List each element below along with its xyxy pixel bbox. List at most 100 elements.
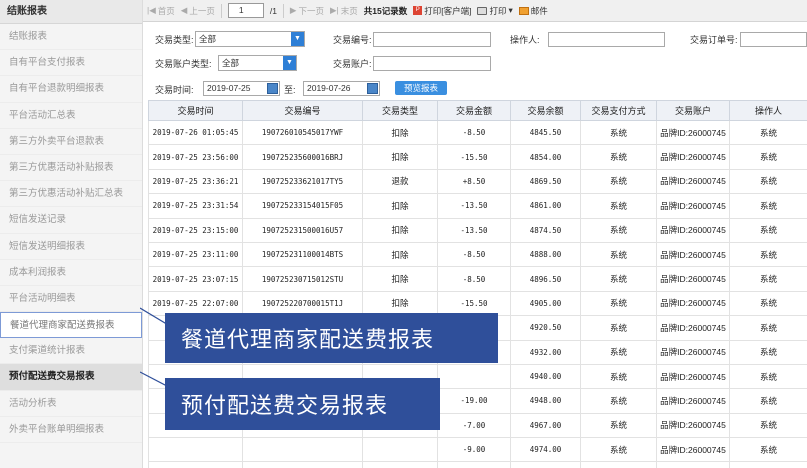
account-type-select[interactable]: 全部 ▼ xyxy=(218,55,297,71)
account-input[interactable] xyxy=(373,56,491,71)
table-row[interactable]: 2019-07-26 01:05:45 190726010545017YWF 扣除 -… xyxy=(148,119,807,146)
sidebar-item[interactable]: 餐道代理商家配送费报表 xyxy=(0,312,142,339)
operator-input[interactable] xyxy=(548,32,665,47)
table-row[interactable]: -9.00 4974.00 系统 品牌ID:26000745 系统 xyxy=(148,437,807,463)
table-cell: 系统 xyxy=(729,144,807,170)
sidebar-item[interactable]: 自有平台支付报表 xyxy=(0,50,142,77)
table-cell: 品牌ID:26000745 xyxy=(656,241,730,268)
last-page-button[interactable]: ▶| 末页 xyxy=(330,5,358,17)
sidebar-item[interactable]: 外卖平台账单明细报表 xyxy=(0,417,142,443)
next-page-button[interactable]: ▶ 下一页 xyxy=(290,5,324,17)
sidebar-item[interactable]: 第三方优惠活动补贴报表 xyxy=(0,155,142,182)
column-header[interactable]: 交易类型 xyxy=(362,100,438,121)
mail-button[interactable]: 邮件 xyxy=(518,5,548,17)
sidebar-item[interactable]: 短信发送明细报表 xyxy=(0,234,142,260)
column-header[interactable]: 交易时间 xyxy=(148,100,243,121)
print-button[interactable]: 打印 ▾ xyxy=(477,5,513,17)
sidebar-item[interactable]: 第三方优惠活动补贴汇总表 xyxy=(0,181,142,208)
table-cell xyxy=(437,363,511,390)
table-row[interactable]: 2019-07-25 23:36:21 190725233621017TY5 退款 +… xyxy=(148,168,807,195)
table-cell: 品牌ID:26000745 xyxy=(656,266,730,292)
column-header[interactable]: 交易支付方式 xyxy=(580,100,657,121)
table-row[interactable]: 2019-07-25 23:31:54 190725233154015F05 扣除 -… xyxy=(148,193,807,219)
table-cell: 2019-07-25 17:50:03 xyxy=(148,461,243,468)
table-cell: 4932.00 xyxy=(510,339,581,365)
column-header[interactable]: 操作人 xyxy=(729,100,807,121)
column-header[interactable]: 交易金额 xyxy=(437,100,511,121)
table-row[interactable]: 2019-07-25 17:50:03190725175003099BA扣除-1… xyxy=(148,461,807,468)
column-header[interactable]: 交易余额 xyxy=(510,100,581,121)
table-cell: 2019-07-25 23:11:00 xyxy=(148,241,243,268)
sidebar-item[interactable]: 平台活动明细表 xyxy=(0,286,142,313)
sidebar-item[interactable]: 结账报表 xyxy=(0,24,142,51)
column-header[interactable]: 交易账户 xyxy=(656,100,730,121)
table-cell: 系统 xyxy=(729,339,807,365)
trade-type-select[interactable]: 全部 ▼ xyxy=(195,31,305,47)
sidebar-item[interactable]: 自有平台退款明细报表 xyxy=(0,76,142,103)
page-number-input[interactable]: 1 xyxy=(227,3,264,18)
table-cell: 系统 xyxy=(729,388,807,414)
table-cell: 品牌ID:26000745 xyxy=(656,119,730,146)
table-cell: 190725175003099BA xyxy=(242,461,363,468)
page-total-label: /1 xyxy=(269,5,277,16)
first-page-button[interactable]: |◀ 首页 xyxy=(147,5,175,17)
sidebar: 结账报表 结账报表 自有平台支付报表 自有平台退款明细报表 平台活动汇总表 第三方外卖平… xyxy=(0,0,143,468)
table-cell: 4861.00 xyxy=(510,193,581,219)
calendar-icon[interactable] xyxy=(267,83,278,94)
table-cell: 4869.50 xyxy=(510,168,581,195)
prev-page-icon: ◀ xyxy=(180,5,188,15)
table-cell: 系统 xyxy=(729,266,807,292)
table-cell: 系统 xyxy=(580,461,657,468)
sidebar-item[interactable]: 短信发送记录 xyxy=(0,207,142,234)
table-cell: -8.50 xyxy=(437,266,511,292)
trade-no-input[interactable] xyxy=(373,32,491,47)
date-to-input[interactable]: 2019-07-26 xyxy=(303,81,380,96)
callout-bottom: 预付配送费交易报表 xyxy=(165,378,440,430)
table-cell: 2019-07-25 23:07:15 xyxy=(148,266,243,292)
table-cell: -13.50 xyxy=(437,193,511,219)
date-from-input[interactable]: 2019-07-25 xyxy=(203,81,280,96)
print-client-button[interactable]: P 打印[客户端] xyxy=(413,5,471,17)
sidebar-item[interactable]: 成本利润报表 xyxy=(0,260,142,286)
last-page-icon: ▶| xyxy=(329,5,339,15)
table-cell: -8.50 xyxy=(437,241,511,268)
table-cell: 4888.00 xyxy=(510,241,581,268)
printer-icon xyxy=(477,6,488,15)
table-cell: 4948.00 xyxy=(510,388,581,414)
table-cell xyxy=(242,437,363,463)
order-no-input[interactable] xyxy=(740,32,807,47)
mail-icon xyxy=(518,6,529,15)
table-row[interactable]: 2019-07-25 23:11:00 190725231100014BTS 扣除 -… xyxy=(148,241,807,268)
table-row[interactable]: 2019-07-25 23:07:15 190725230715012STU 扣除 -… xyxy=(148,266,807,292)
sidebar-item[interactable]: 预付配送费交易报表 xyxy=(0,364,142,391)
sidebar-item[interactable]: 第三方外卖平台退款表 xyxy=(0,129,142,155)
table-cell: 系统 xyxy=(729,315,807,341)
sidebar-item[interactable]: 活动分析表 xyxy=(0,391,142,417)
sidebar-item[interactable]: 平台活动汇总表 xyxy=(0,103,142,129)
table-cell: -19.00 xyxy=(437,388,511,414)
table-row[interactable]: 2019-07-25 22:07:00 190725220700015T1J 扣除 -… xyxy=(148,290,807,317)
order-no-label: 交易订单号: xyxy=(690,35,738,45)
table-cell: 2019-07-25 23:15:00 xyxy=(148,217,243,243)
prev-page-button[interactable]: ◀ 上一页 xyxy=(181,5,215,17)
table-row[interactable]: 2019-07-25 23:56:00 190725235600016BRJ 扣除 -… xyxy=(148,144,807,170)
preview-report-button[interactable]: 预览报表 xyxy=(395,81,447,95)
table-cell: 品牌ID:26000745 xyxy=(656,339,730,365)
table-cell: 系统 xyxy=(729,217,807,243)
table-cell: 系统 xyxy=(729,193,807,219)
column-header[interactable]: 交易编号 xyxy=(242,100,363,121)
table-cell: 扣除 xyxy=(362,217,438,243)
trade-no-label: 交易编号: xyxy=(333,35,372,45)
table-cell: 系统 xyxy=(580,412,657,439)
table-cell: 系统 xyxy=(729,363,807,390)
trade-time-label: 交易时间: xyxy=(155,85,194,95)
table-cell: 系统 xyxy=(580,388,657,414)
table-cell: 4974.00 xyxy=(510,437,581,463)
sidebar-item[interactable]: 支付渠道统计报表 xyxy=(0,338,142,365)
table-cell: 190725233621017TY5 xyxy=(242,168,363,195)
calendar-icon[interactable] xyxy=(367,83,378,94)
table-cell: 品牌ID:26000745 xyxy=(656,315,730,341)
table-row[interactable]: 2019-07-25 23:15:00 190725231500016U57 扣除 -… xyxy=(148,217,807,243)
table-cell: 品牌ID:26000745 xyxy=(656,193,730,219)
table-cell: 系统 xyxy=(729,168,807,195)
